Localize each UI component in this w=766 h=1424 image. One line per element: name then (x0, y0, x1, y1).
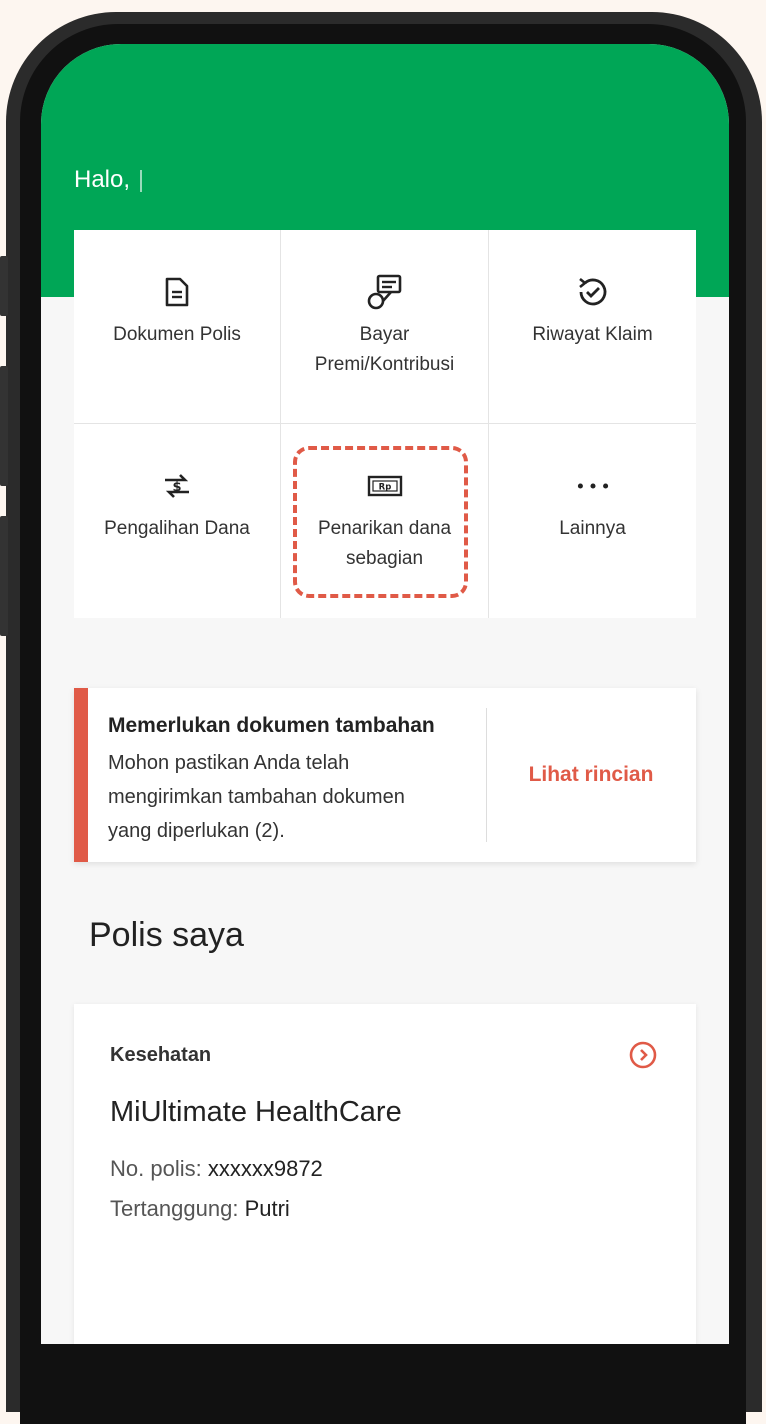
side-button (0, 516, 8, 636)
policy-number-label: No. polis: (110, 1156, 202, 1181)
policy-number-value: xxxxxx9872 (207, 1156, 323, 1181)
menu-item-bayar-premi[interactable]: Bayar Premi/Kontribusi (281, 230, 489, 424)
alert-accent-bar (74, 688, 88, 862)
menu-item-lainnya[interactable]: Lainnya (489, 424, 696, 618)
policy-number-row: No. polis: xxxxxx9872 (110, 1156, 323, 1182)
policy-name: MiUltimate HealthCare (110, 1096, 402, 1128)
payment-icon (367, 274, 403, 310)
alert-card: Memerlukan dokumen tambahan Mohon pastik… (74, 688, 696, 862)
policy-category: Kesehatan (110, 1044, 212, 1066)
view-details-link[interactable]: Lihat rincian (486, 688, 696, 862)
greeting-text: Halo, (74, 166, 131, 193)
menu-item-dokumen-polis[interactable]: Dokumen Polis (74, 230, 281, 424)
menu-item-label: Pengalihan Dana (104, 518, 250, 539)
alert-message: Mohon pastikan Anda telah mengirimkan ta… (108, 752, 405, 842)
menu-item-riwayat-klaim[interactable]: Riwayat Klaim (489, 230, 696, 424)
insured-row: Tertanggung: Putri (110, 1196, 290, 1222)
alert-title: Memerlukan dokumen tambahan (108, 714, 435, 737)
highlight-box (293, 446, 468, 598)
user-name-placeholder (140, 170, 142, 192)
menu-item-label: Riwayat Klaim (532, 324, 653, 345)
history-icon (575, 274, 611, 310)
document-icon (159, 274, 195, 310)
insured-label: Tertanggung: (110, 1196, 239, 1221)
menu-item-pengalihan-dana[interactable]: $ Pengalihan Dana (74, 424, 281, 618)
insured-value: Putri (244, 1196, 290, 1221)
fund-switch-icon: $ (159, 468, 195, 504)
menu-item-label: Bayar Premi/Kontribusi (314, 324, 455, 375)
policy-card[interactable]: Kesehatan MiUltimate HealthCare No. poli… (74, 1004, 696, 1344)
svg-text:$: $ (172, 480, 181, 495)
chevron-right-circle-icon[interactable] (628, 1040, 658, 1070)
section-title: Polis saya (89, 916, 244, 954)
volume-up-button (0, 256, 8, 316)
volume-down-button (0, 366, 8, 486)
more-dots-icon (575, 468, 611, 504)
app-screen: Halo, Dokumen Polis Bayar Premi/Kontribu… (41, 44, 729, 1344)
menu-item-label: Dokumen Polis (113, 324, 241, 345)
menu-item-label: Lainnya (559, 518, 626, 539)
